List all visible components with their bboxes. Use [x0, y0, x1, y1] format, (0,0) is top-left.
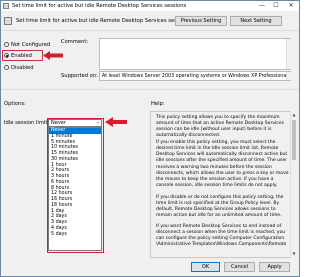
previous-setting-button[interactable]: Previous Setting: [175, 16, 227, 26]
help-label: Help:: [151, 101, 165, 107]
options-label: Options:: [4, 101, 26, 107]
radio-disabled[interactable]: Disabled: [4, 65, 34, 71]
supported-scrollbar[interactable]: [286, 72, 291, 80]
idle-session-limit-label: Idle session limit:: [4, 120, 50, 126]
enabled-highlight-box: [2, 50, 43, 61]
policy-dialog: Set time limit for active but idle Remot…: [0, 0, 300, 277]
policy-icon: [4, 17, 12, 25]
arrow-icon: [105, 117, 127, 127]
policy-title: Set time limit for active but idle Remot…: [16, 18, 191, 24]
apply-button[interactable]: Apply: [259, 262, 290, 272]
minimize-icon[interactable]: —: [255, 1, 269, 11]
maximize-icon[interactable]: ☐: [269, 1, 283, 11]
next-setting-button[interactable]: Next Setting: [230, 16, 282, 26]
comment-textarea[interactable]: [99, 38, 291, 70]
scroll-down-icon[interactable]: ▼: [291, 251, 297, 257]
supported-on-label: Supported on:: [61, 73, 98, 79]
radio-label: Not Configured: [11, 42, 51, 48]
comment-scrollbar[interactable]: [286, 39, 291, 69]
help-panel: This policy setting allows you to specif…: [150, 111, 297, 258]
help-paragraph: If you disable or do not configure this …: [156, 195, 284, 219]
comment-label: Comment:: [61, 39, 89, 45]
help-paragraph: This policy setting allows you to specif…: [156, 115, 284, 139]
radio-not-configured[interactable]: Not Configured: [4, 42, 50, 48]
ok-button[interactable]: OK: [191, 262, 220, 272]
dropdown-highlight-box: [47, 118, 104, 253]
title-bar[interactable]: Set time limit for active but idle Remot…: [1, 1, 299, 11]
divider: [1, 89, 299, 90]
help-paragraph: If you enable this policy setting, you m…: [156, 140, 289, 189]
radio-label: Disabled: [11, 65, 34, 71]
window-title: Set time limit for active but idle Remot…: [12, 3, 187, 9]
window-icon: [3, 3, 9, 9]
close-icon[interactable]: ✕: [283, 1, 299, 11]
radio-circle[interactable]: [4, 65, 9, 70]
help-paragraph: If you want Remote Desktop Services to e…: [156, 224, 287, 248]
cancel-button[interactable]: Cancel: [224, 262, 255, 272]
supported-on-value: At least Windows Server 2003 operating s…: [102, 74, 288, 79]
radio-circle[interactable]: [4, 42, 9, 47]
scroll-up-icon[interactable]: ▲: [291, 112, 297, 118]
scroll-thumb[interactable]: [292, 120, 296, 160]
help-scrollbar[interactable]: ▲ ▼: [290, 111, 297, 258]
arrow-icon: [43, 51, 63, 60]
